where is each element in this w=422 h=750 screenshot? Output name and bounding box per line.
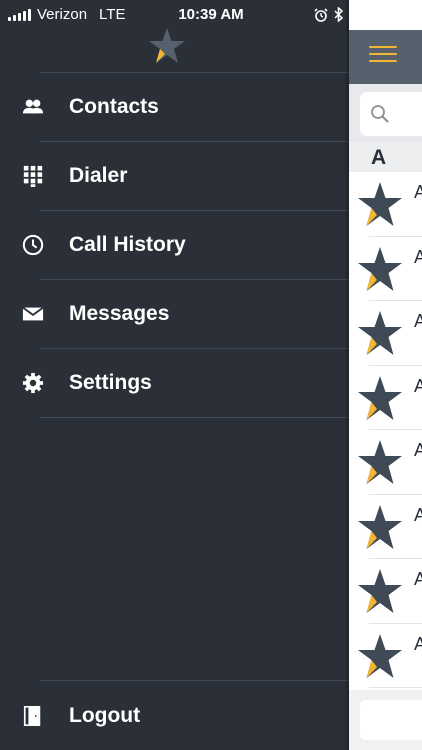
panel-bottom-bar [349, 690, 422, 750]
contact-avatar-star-icon [358, 182, 402, 226]
contact-avatar-star-icon [358, 311, 402, 355]
logout-door-icon [23, 705, 41, 727]
contact-avatar-star-icon [358, 440, 402, 484]
contact-name: A [414, 504, 422, 525]
contact-row[interactable]: A [349, 172, 422, 237]
search-input[interactable] [360, 92, 422, 136]
contacts-panel: A A A A A A A A A [349, 0, 422, 750]
contact-name: A [414, 311, 422, 331]
menu-item-label: Messages [69, 302, 170, 325]
logout-button[interactable]: Logout [0, 682, 350, 750]
menu-item-label: Contacts [69, 95, 159, 118]
hamburger-menu-icon[interactable] [369, 46, 397, 66]
menu-item-contacts[interactable]: Contacts [0, 73, 350, 141]
contact-avatar-star-icon [358, 633, 402, 678]
divider [40, 417, 350, 418]
menu-item-call-history[interactable]: Call History [0, 211, 350, 279]
contact-name: A [414, 246, 422, 267]
battery-percent: 81% [349, 6, 380, 23]
menu-item-label: Settings [69, 371, 152, 394]
contact-row[interactable]: A [349, 559, 422, 624]
drawer-menu: Contacts Dialer Call History Messages Se… [0, 72, 350, 418]
search-area [349, 84, 422, 142]
menu-item-label: Dialer [69, 164, 128, 187]
contact-row[interactable]: A [349, 366, 422, 430]
alarm-icon [314, 7, 328, 22]
contact-avatar-star-icon [358, 246, 402, 291]
bottom-input[interactable] [360, 700, 422, 740]
contact-avatar-star-icon [358, 569, 402, 613]
menu-item-label: Call History [69, 233, 186, 256]
battery-icon [386, 8, 417, 21]
divider [40, 680, 350, 681]
app-logo-star-icon [149, 28, 185, 63]
contact-avatar-star-icon [358, 504, 402, 549]
contact-name: A [414, 375, 422, 396]
panel-header [349, 30, 422, 84]
clock-icon [22, 234, 44, 256]
contact-name: A [414, 182, 422, 202]
menu-item-messages[interactable]: Messages [0, 280, 350, 348]
contacts-icon [22, 99, 44, 114]
contact-row[interactable]: A [349, 301, 422, 366]
bluetooth-icon [334, 7, 344, 22]
status-right: 81% [314, 6, 417, 23]
menu-item-dialer[interactable]: Dialer [0, 142, 350, 210]
envelope-icon [22, 306, 44, 321]
section-header: A [349, 142, 422, 172]
dialpad-icon [23, 165, 43, 187]
contact-row[interactable]: A [349, 430, 422, 495]
section-letter: A [371, 146, 387, 169]
contact-row[interactable]: A [349, 624, 422, 688]
contact-name: A [414, 569, 422, 589]
divider [369, 687, 422, 688]
menu-item-settings[interactable]: Settings [0, 349, 350, 417]
gear-icon [22, 372, 44, 394]
logout-label: Logout [69, 704, 141, 727]
contact-row[interactable]: A [349, 495, 422, 559]
contact-name: A [414, 633, 422, 654]
contact-row[interactable]: A [349, 237, 422, 301]
contact-list: A A A A A A A A [349, 172, 422, 688]
search-icon [371, 105, 389, 123]
contact-name: A [414, 440, 422, 460]
contact-avatar-star-icon [358, 375, 402, 420]
status-bar: Verizon LTE 10:39 AM 81% [0, 0, 422, 30]
